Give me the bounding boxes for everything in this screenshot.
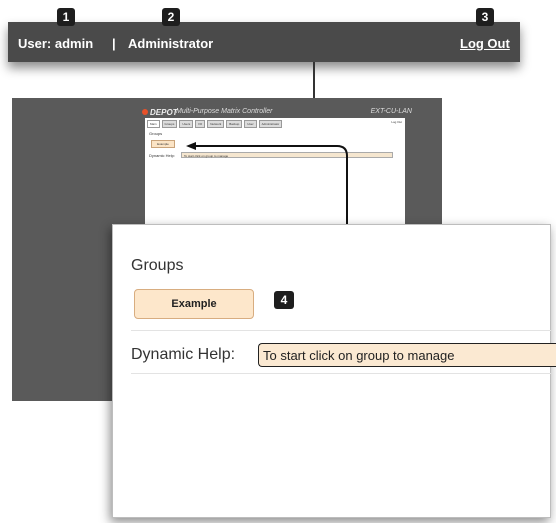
separator: | [112,36,116,51]
tab-user[interactable]: User [244,120,257,128]
divider [131,330,551,331]
product-title: Multi-Purpose Matrix Controller [176,108,273,115]
zoomed-panel: Groups Example 4 Dynamic Help: To start … [112,224,556,518]
tab-backup[interactable]: Backup [226,120,243,128]
tab-network[interactable]: Network [207,120,225,128]
logout-link[interactable]: Log Out [460,36,510,51]
divider [131,373,551,374]
dynamic-help-label: Dynamic Help: [131,346,236,363]
callout-badge-3: 3 [476,8,494,26]
callout-badge-2: 2 [162,8,180,26]
example-group-button[interactable]: Example [134,289,254,319]
tab-administrator[interactable]: Administrator [258,120,283,128]
flame-icon [142,109,148,115]
tab-io[interactable]: I/O [195,120,206,128]
groups-heading: Groups [131,257,184,274]
top-status-bar: User: admin | Administrator Log Out [8,22,520,62]
callout-badge-1: 1 [57,8,75,26]
brand-name: DEPOT [150,108,178,117]
role-label: Administrator [128,36,214,51]
dynamic-help-field: To start click on group to manage [258,343,556,367]
tab-bar: Main Groups Users I/O Network Backup Use… [145,120,407,128]
tab-main[interactable]: Main [147,120,160,128]
model-label: EXT-CU-LAN [370,108,412,115]
mini-groups-heading: Groups [149,131,163,136]
brand-logo: DEPOT [142,108,178,117]
callout-badge-4: 4 [274,291,294,309]
user-label: User: admin [18,36,94,51]
tab-users[interactable]: Users [179,120,194,128]
tab-groups[interactable]: Groups [161,120,178,128]
mini-logout-link[interactable]: Log Out [391,120,402,124]
